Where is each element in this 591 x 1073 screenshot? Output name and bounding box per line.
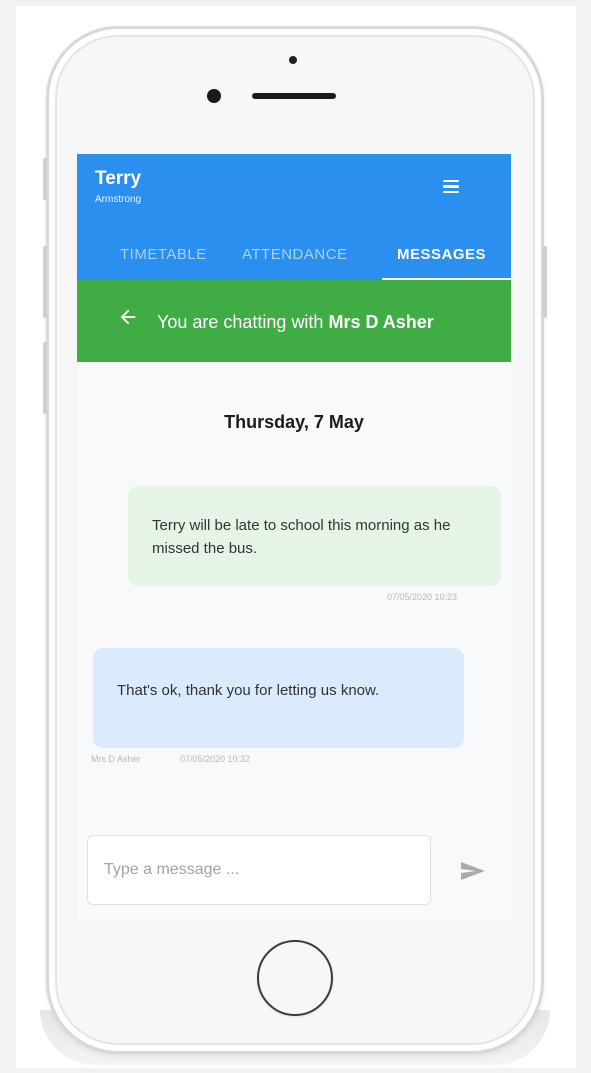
back-arrow-icon[interactable] xyxy=(117,306,139,328)
send-icon[interactable] xyxy=(459,860,487,882)
proximity-sensor xyxy=(207,89,221,103)
user-last-name: Armstrong xyxy=(95,194,142,205)
phone-side-button-power xyxy=(543,246,547,318)
phone-side-button-volume-down xyxy=(43,342,47,414)
message-bubble-received: That's ok, thank you for letting us know… xyxy=(93,648,464,748)
earpiece-speaker xyxy=(252,93,336,99)
hamburger-menu-icon[interactable] xyxy=(443,180,459,193)
chat-header-prefix: You are chatting with xyxy=(157,312,329,332)
tab-attendance[interactable]: ATTENDANCE xyxy=(242,246,348,263)
home-button[interactable] xyxy=(257,940,333,1016)
front-camera xyxy=(289,56,297,64)
chat-contact-name: Mrs D Asher xyxy=(328,312,434,332)
chat-header-title: You are chatting with Mrs D Asher xyxy=(157,312,434,333)
date-heading: Thursday, 7 May xyxy=(224,412,364,432)
user-first-name: Terry xyxy=(95,168,142,189)
chat-header-bar: You are chatting with Mrs D Asher xyxy=(77,280,511,362)
message-input[interactable] xyxy=(87,835,431,905)
message-bubble-sent: Terry will be late to school this mornin… xyxy=(128,486,501,586)
phone-side-button-mute xyxy=(43,158,47,200)
app-bar: Terry Armstrong TIMETABLE ATTENDANCE MES… xyxy=(77,154,511,280)
nav-tabs: TIMETABLE ATTENDANCE MESSAGES xyxy=(77,238,511,280)
message-timestamp: 07/05/2020 10:32 xyxy=(180,754,251,764)
message-sender-name: Mrs D Asher xyxy=(91,754,141,764)
tab-messages[interactable]: MESSAGES xyxy=(397,246,486,263)
phone-side-button-volume-up xyxy=(43,246,47,318)
message-timestamp: 07/05/2020 10:23 xyxy=(387,592,458,602)
tab-timetable[interactable]: TIMETABLE xyxy=(120,246,207,263)
phone-screen: Terry Armstrong TIMETABLE ATTENDANCE MES… xyxy=(77,154,511,925)
